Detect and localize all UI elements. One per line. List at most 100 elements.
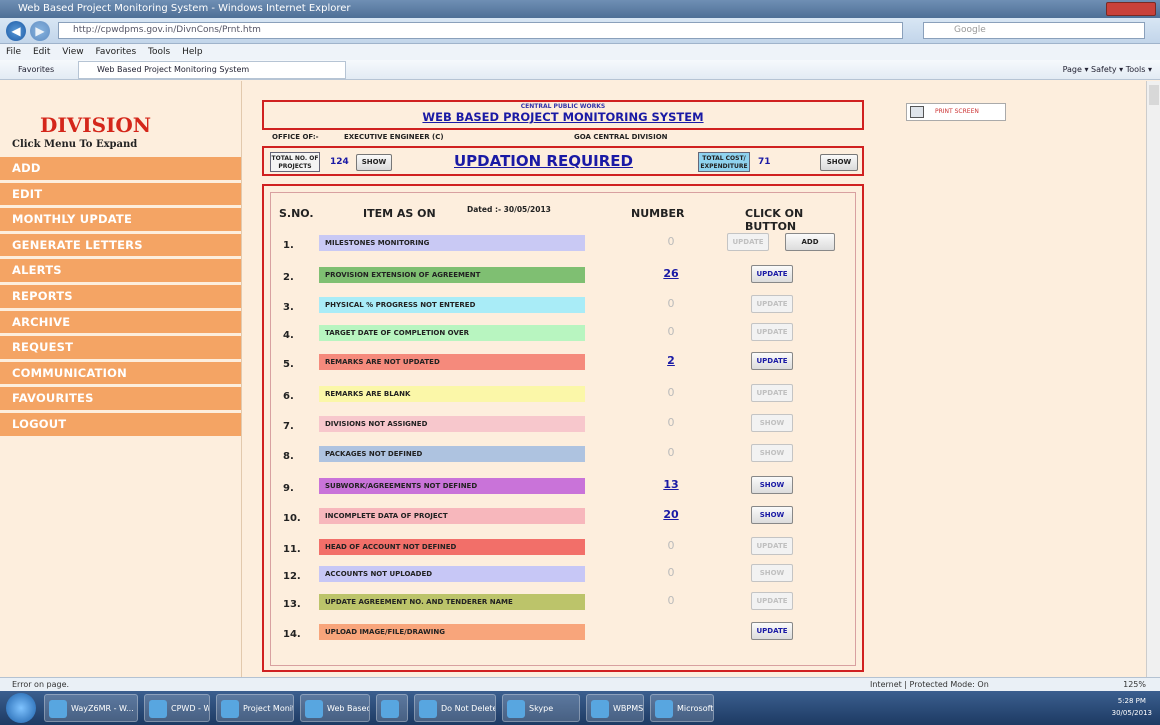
row-update-button[interactable]: UPDATE	[751, 323, 793, 341]
taskbar-item[interactable]: WBPMS_Steps...	[586, 694, 644, 722]
taskbar-item[interactable]: Web Based Pr...	[300, 694, 370, 722]
row-show-button[interactable]: SHOW	[751, 506, 793, 524]
table-row: 7. DIVISIONS NOT ASSIGNED 0 SHOW	[271, 412, 857, 442]
division-title: DIVISION	[40, 113, 152, 137]
page-content: DIVISION Click Menu To Expand ADD EDIT M…	[0, 81, 1160, 677]
sidebar-item-favourites[interactable]: FAVOURITES	[0, 387, 241, 410]
row-sno: 10.	[283, 513, 301, 524]
row-item-label: REMARKS ARE NOT UPDATED	[319, 354, 585, 370]
row-number: 0	[667, 594, 675, 607]
app-icon	[221, 700, 239, 718]
row-item-label: UPDATE AGREEMENT NO. AND TENDERER NAME	[319, 594, 585, 610]
app-icon	[381, 700, 399, 718]
col-number-header: NUMBER	[631, 207, 685, 220]
row-update-button[interactable]: UPDATE	[751, 265, 793, 283]
row-sno: 8.	[283, 451, 294, 462]
row-show-button[interactable]: SHOW	[751, 476, 793, 494]
vertical-scrollbar[interactable]	[1146, 81, 1160, 677]
app-icon	[507, 700, 525, 718]
url-input[interactable]: http://cpwdpms.gov.in/DivnCons/Prnt.htm	[58, 22, 903, 39]
table-row: 8. PACKAGES NOT DEFINED 0 SHOW	[271, 442, 857, 472]
row-sno: 2.	[283, 272, 294, 283]
row-sno: 4.	[283, 330, 294, 341]
row-show-button[interactable]: SHOW	[751, 564, 793, 582]
menu-tools[interactable]: Tools	[148, 47, 170, 57]
table-row: 6. REMARKS ARE BLANK 0 UPDATE	[271, 382, 857, 412]
taskbar-item-label: WBPMS_Steps...	[613, 704, 644, 713]
back-arrow-icon[interactable]: ◀	[6, 21, 26, 41]
sidebar: DIVISION Click Menu To Expand ADD EDIT M…	[0, 81, 242, 677]
sidebar-item-logout[interactable]: LOGOUT	[0, 412, 241, 436]
sidebar-item-alerts[interactable]: ALERTS	[0, 259, 241, 282]
scrollbar-thumb[interactable]	[1149, 85, 1159, 105]
sidebar-item-communication[interactable]: COMMUNICATION	[0, 361, 241, 385]
zoom-level[interactable]: 125%	[1123, 678, 1146, 692]
print-screen-button[interactable]: PRINT SCREEN	[906, 103, 1006, 121]
taskbar-item[interactable]: Project Monit...	[216, 694, 294, 722]
row-update-button[interactable]: UPDATE	[751, 622, 793, 640]
taskbar-item[interactable]: Do Not Delete...	[414, 694, 496, 722]
row-update-button[interactable]: UPDATE	[727, 233, 769, 251]
sidebar-item-archive[interactable]: ARCHIVE	[0, 310, 241, 334]
status-error[interactable]: Error on page.	[12, 678, 69, 692]
search-input[interactable]: Google	[923, 22, 1145, 39]
taskbar-item[interactable]: Microsoft Exc...	[650, 694, 714, 722]
show-cost-button[interactable]: SHOW	[820, 154, 858, 171]
menu-help[interactable]: Help	[182, 47, 203, 57]
row-sno: 6.	[283, 391, 294, 402]
start-button-icon[interactable]	[6, 693, 36, 723]
taskbar-item[interactable]: Skype	[502, 694, 580, 722]
favorites-button[interactable]: Favorites	[18, 60, 54, 80]
table-row: 1. MILESTONES MONITORING 0 UPDATE ADD	[271, 231, 857, 261]
app-icon	[149, 700, 167, 718]
app-icon	[655, 700, 673, 718]
sidebar-item-add[interactable]: ADD	[0, 157, 241, 180]
row-update-button[interactable]: UPDATE	[751, 592, 793, 610]
menu-edit[interactable]: Edit	[33, 47, 50, 57]
menu-favorites[interactable]: Favorites	[95, 47, 136, 57]
menu-view[interactable]: View	[62, 47, 83, 57]
office-label: OFFICE OF:-	[272, 133, 319, 141]
row-update-button[interactable]: UPDATE	[751, 295, 793, 313]
table-row: 14. UPLOAD IMAGE/FILE/DRAWING UPDATE	[271, 620, 857, 650]
menu-file[interactable]: File	[6, 47, 21, 57]
clock[interactable]: 5:28 PM 30/05/2013	[1112, 695, 1152, 719]
taskbar-item[interactable]: CPWD - Wind...	[144, 694, 210, 722]
row-number: 0	[667, 566, 675, 579]
sidebar-item-edit[interactable]: EDIT	[0, 182, 241, 206]
row-sno: 1.	[283, 240, 294, 251]
row-number: 0	[667, 297, 675, 310]
printer-icon	[910, 106, 924, 118]
sidebar-item-monthly-update[interactable]: MONTHLY UPDATE	[0, 208, 241, 231]
forward-arrow-icon[interactable]: ▶	[30, 21, 50, 41]
row-show-button[interactable]: SHOW	[751, 444, 793, 462]
row-number[interactable]: 20	[656, 508, 686, 521]
row-item-label: PACKAGES NOT DEFINED	[319, 446, 585, 462]
row-number[interactable]: 26	[656, 267, 686, 280]
sidebar-item-generate-letters[interactable]: GENERATE LETTERS	[0, 233, 241, 257]
sidebar-item-request[interactable]: REQUEST	[0, 336, 241, 359]
close-window-button[interactable]	[1106, 2, 1156, 16]
col-action-header: CLICK ON BUTTON	[745, 207, 804, 233]
sidebar-item-reports[interactable]: REPORTS	[0, 284, 241, 308]
taskbar-item-label: CPWD - Wind...	[171, 704, 209, 713]
row-show-button[interactable]: SHOW	[751, 414, 793, 432]
col-sno-header: S.NO.	[279, 207, 314, 220]
browser-tab[interactable]: Web Based Project Monitoring System	[78, 61, 346, 79]
row-add-button[interactable]: ADD	[785, 233, 835, 251]
show-projects-button[interactable]: SHOW	[356, 154, 392, 171]
taskbar-item[interactable]: WayZ6MR - W...	[44, 694, 138, 722]
browser-titlebar: Web Based Project Monitoring System - Wi…	[0, 0, 1160, 18]
row-sno: 7.	[283, 421, 294, 432]
row-sno: 12.	[283, 571, 301, 582]
table-row: 13. UPDATE AGREEMENT NO. AND TENDERER NAM…	[271, 590, 857, 620]
row-number[interactable]: 13	[656, 478, 686, 491]
row-number[interactable]: 2	[656, 354, 686, 367]
toolbar-commands[interactable]: Page ▾ Safety ▾ Tools ▾	[1063, 60, 1152, 80]
taskbar-item-label: WayZ6MR - W...	[71, 704, 134, 713]
row-update-button[interactable]: UPDATE	[751, 384, 793, 402]
row-update-button[interactable]: UPDATE	[751, 352, 793, 370]
row-update-button[interactable]: UPDATE	[751, 537, 793, 555]
taskbar: WayZ6MR - W... CPWD - Wind... Project Moni…	[0, 691, 1160, 725]
taskbar-item[interactable]	[376, 694, 408, 722]
